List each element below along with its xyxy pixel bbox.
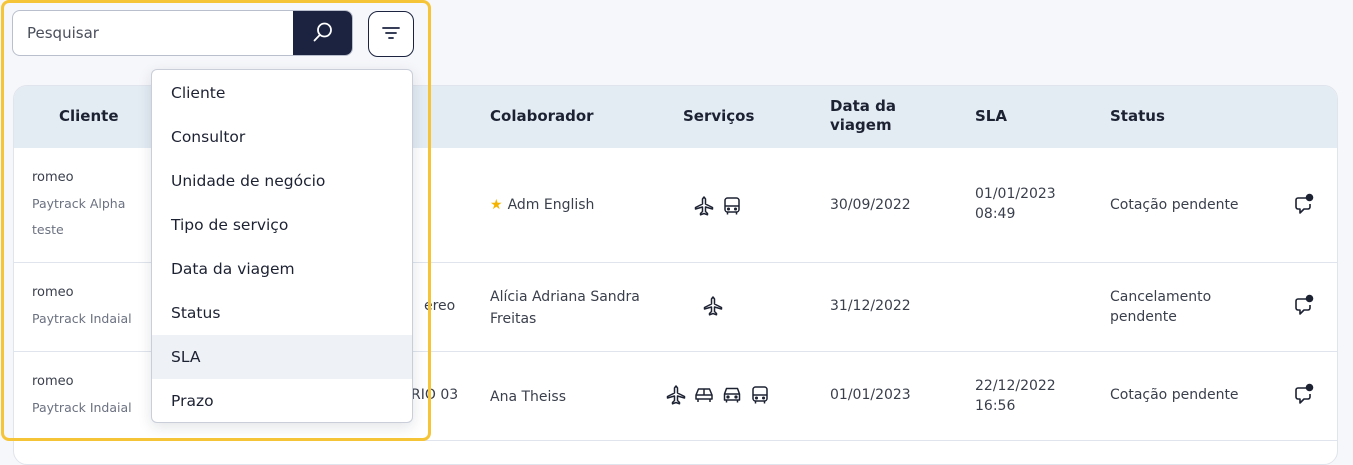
consultor-partial: ereo <box>424 298 456 314</box>
status-text: Cancelamento <box>1110 289 1212 305</box>
sla-time: 16:56 <box>975 398 1016 414</box>
filter-option-consultor[interactable]: Consultor <box>152 115 412 159</box>
chat-notification-icon[interactable] <box>1293 293 1315 321</box>
colaborador-name: Ana Theiss <box>490 389 566 405</box>
cliente-empresa: Paytrack Alpha <box>32 196 126 211</box>
status-text-line2: pendente <box>1110 309 1177 325</box>
sla-date: 22/12/2022 <box>975 378 1056 394</box>
filter-option-prazo[interactable]: Prazo <box>152 379 412 423</box>
header-cliente[interactable]: Cliente <box>59 107 119 126</box>
colaborador: ★ Adm English <box>490 195 594 215</box>
filter-option-sla[interactable]: SLA <box>152 335 412 379</box>
filter-option-unidade-de-negocio[interactable]: Unidade de negócio <box>152 159 412 203</box>
services <box>665 384 771 406</box>
sla-time: 08:49 <box>975 206 1016 222</box>
colaborador-name: Adm English <box>507 197 595 213</box>
filter-option-status[interactable]: Status <box>152 291 412 335</box>
chat-notification-icon[interactable] <box>1293 192 1315 220</box>
cliente-name: romeo <box>32 374 74 389</box>
colaborador-name-line2: Freitas <box>490 311 537 327</box>
data-viagem: 31/12/2022 <box>830 298 911 314</box>
filter-dropdown-menu: Cliente Consultor Unidade de negócio Tip… <box>151 69 413 423</box>
chat-notification-icon[interactable] <box>1293 382 1315 410</box>
filter-option-data-da-viagem[interactable]: Data da viagem <box>152 247 412 291</box>
bus-icon <box>749 384 771 406</box>
header-data-line2: viagem <box>830 116 892 134</box>
plane-icon <box>702 295 724 317</box>
sla-date: 01/01/2023 <box>975 186 1056 202</box>
header-servicos[interactable]: Serviços <box>683 107 754 126</box>
search-input[interactable] <box>13 11 295 55</box>
header-sla[interactable]: SLA <box>975 107 1007 126</box>
filter-option-cliente[interactable]: Cliente <box>152 71 412 115</box>
colaborador-name: Alícia Adriana Sandra <box>490 289 640 305</box>
header-data-line1: Data da <box>830 97 896 115</box>
data-viagem: 30/09/2022 <box>830 197 911 213</box>
cliente-empresa: Paytrack Indaial <box>32 400 132 415</box>
header-data-viagem[interactable]: Data da viagem <box>830 97 896 135</box>
search-box <box>12 10 353 56</box>
cliente-empresa: Paytrack Indaial <box>32 311 132 326</box>
cliente-name: romeo <box>32 170 74 185</box>
data-viagem: 01/01/2023 <box>830 387 911 403</box>
plane-icon <box>693 195 715 217</box>
car-front-icon <box>721 384 743 406</box>
filter-option-tipo-de-servico[interactable]: Tipo de serviço <box>152 203 412 247</box>
search-button[interactable] <box>293 11 352 55</box>
bus-icon <box>721 195 743 217</box>
star-icon: ★ <box>490 197 503 213</box>
services <box>693 195 743 217</box>
filter-icon <box>380 22 402 47</box>
plane-icon <box>665 384 687 406</box>
cliente-extra: teste <box>32 222 64 237</box>
car-icon <box>693 384 715 406</box>
status-text: Cotação pendente <box>1110 387 1239 403</box>
filter-button[interactable] <box>368 11 414 57</box>
header-status[interactable]: Status <box>1110 107 1165 126</box>
services <box>702 295 724 317</box>
status-text: Cotação pendente <box>1110 197 1239 213</box>
search-icon <box>312 21 334 46</box>
cliente-name: romeo <box>32 285 74 300</box>
consultor-partial: RIO 03 <box>411 387 459 403</box>
header-colaborador[interactable]: Colaborador <box>490 107 594 126</box>
